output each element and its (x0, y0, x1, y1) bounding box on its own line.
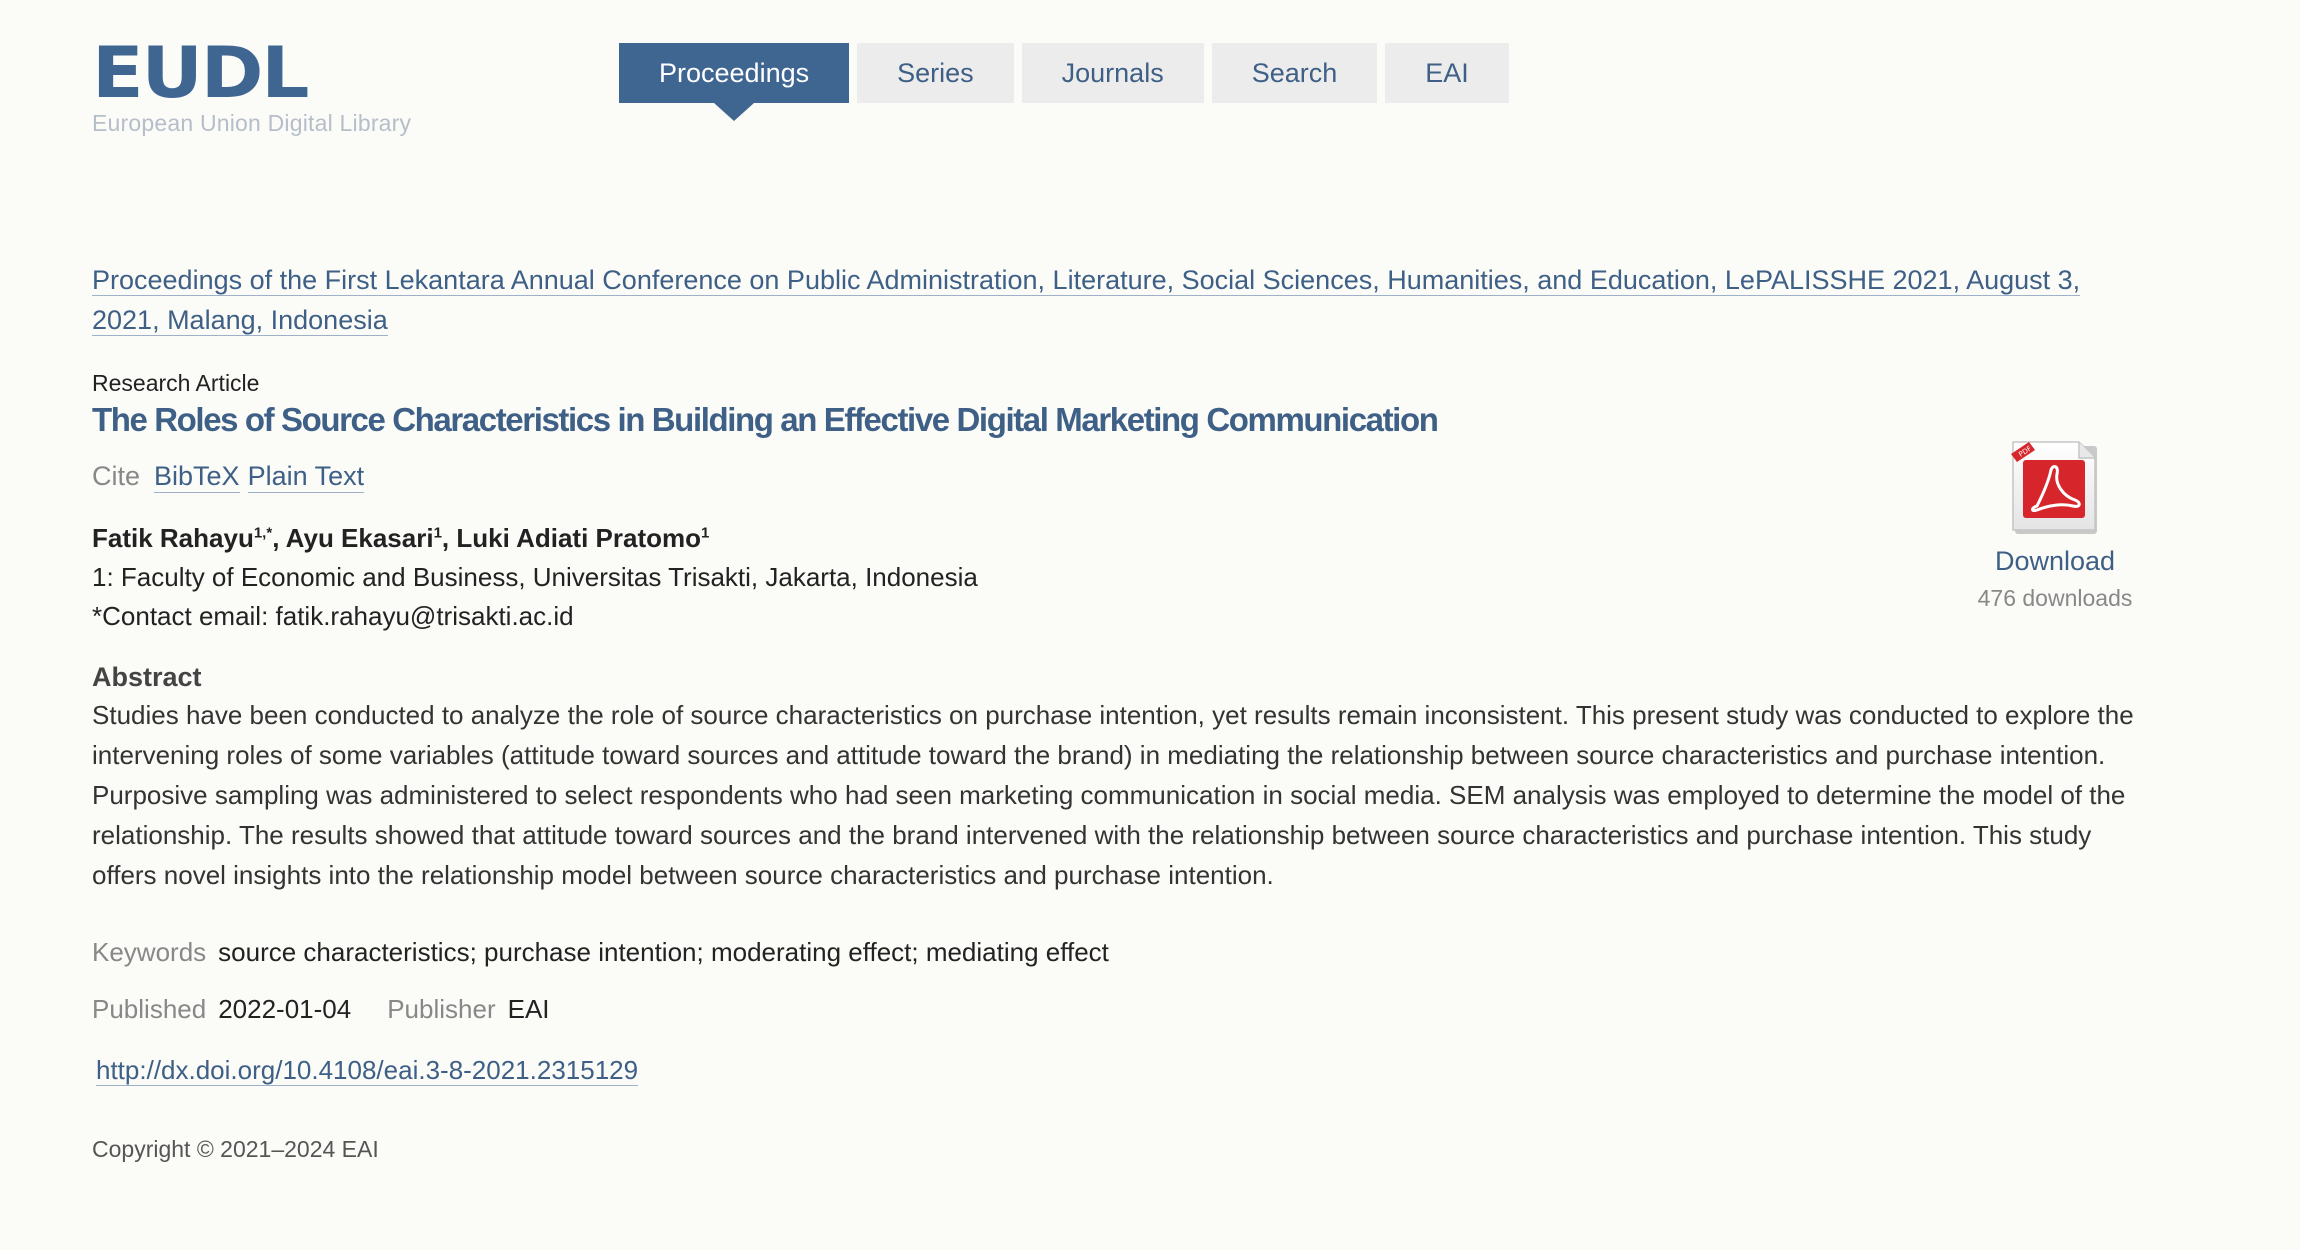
pdf-icon[interactable]: PDF (2009, 440, 2101, 538)
author-separator: , (441, 523, 457, 553)
download-count: 476 downloads (1977, 585, 2133, 611)
keywords-row: Keywords source characteristics; purchase… (92, 937, 2172, 968)
author-affiliation-mark: 1 (433, 524, 442, 542)
publication-info-row: Published 2022-01-04 Publisher EAI (92, 994, 2172, 1025)
logo-subtitle: European Union Digital Library (92, 110, 412, 136)
author-affiliation-mark: 1 (701, 524, 710, 542)
cite-label: Cite (92, 461, 141, 491)
author-name: Fatik Rahayu (92, 523, 254, 553)
publisher-label: Publisher (387, 994, 496, 1024)
article-title: The Roles of Source Characteristics in B… (92, 401, 1439, 438)
download-link[interactable]: Download (1955, 546, 2155, 577)
download-panel: PDF Download 476 downloads (1955, 440, 2155, 612)
copyright: Copyright © 2021–2024 EAI (92, 1136, 379, 1162)
page: EUDL European Union Digital Library Proc… (0, 0, 2300, 1250)
plain-text-link[interactable]: Plain Text (247, 461, 365, 493)
logo-mark: EUDL (92, 32, 309, 114)
article-content: Proceedings of the First Lekantara Annua… (92, 260, 2172, 1163)
nav-journals[interactable]: Journals (1021, 43, 1204, 103)
published-label: Published (92, 994, 207, 1024)
publisher-value: EAI (507, 994, 550, 1024)
published-date: 2022-01-04 (218, 994, 352, 1024)
affiliation: 1: Faculty of Economic and Business, Uni… (92, 562, 978, 592)
author-affiliation-mark: 1,* (253, 524, 273, 542)
cite-row: Cite BibTeX Plain Text (92, 461, 2172, 493)
author-name: Ayu Ekasari (285, 523, 434, 553)
author-name: Luki Adiati Pratomo (456, 523, 701, 553)
article-type: Research Article (92, 370, 260, 396)
contact-email: *Contact email: fatik.rahayu@trisakti.ac… (92, 601, 574, 631)
nav-proceedings[interactable]: Proceedings (619, 43, 850, 121)
keywords-value: source characteristics; purchase intenti… (218, 937, 1109, 967)
keywords-label: Keywords (92, 937, 207, 967)
logo[interactable]: EUDL European Union Digital Library (92, 38, 452, 137)
abstract-heading: Abstract (92, 662, 202, 692)
doi-link[interactable]: http://dx.doi.org/10.4108/eai.3-8-2021.2… (96, 1055, 639, 1086)
nav-search[interactable]: Search (1211, 43, 1378, 103)
nav-series[interactable]: Series (857, 43, 1014, 103)
doi-row: http://dx.doi.org/10.4108/eai.3-8-2021.2… (96, 1055, 2172, 1086)
main-nav: Proceedings Series Journals Search EAI (619, 43, 1509, 121)
proceedings-link[interactable]: Proceedings of the First Lekantara Annua… (92, 265, 2081, 336)
author-separator: , (272, 523, 286, 553)
nav-eai[interactable]: EAI (1385, 43, 1509, 103)
authors: Fatik Rahayu1,*, Ayu Ekasari1, Luki Adia… (92, 523, 2172, 554)
abstract-text: Studies have been conducted to analyze t… (92, 700, 2134, 890)
bibtex-link[interactable]: BibTeX (154, 461, 240, 493)
breadcrumb: Proceedings of the First Lekantara Annua… (92, 260, 2142, 340)
